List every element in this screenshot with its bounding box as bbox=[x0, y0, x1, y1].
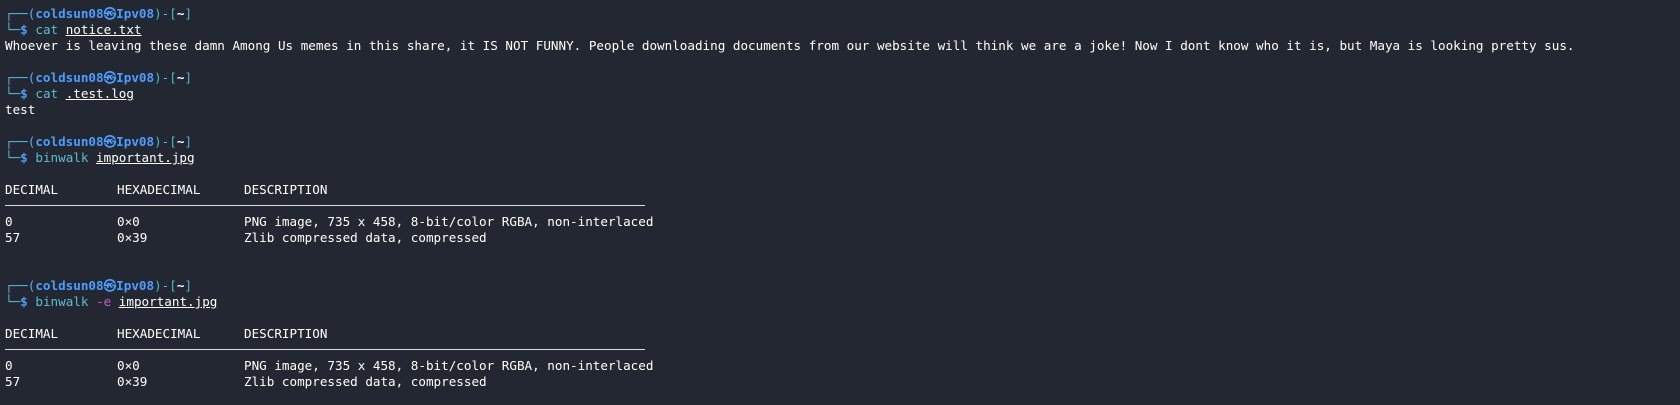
cell-decimal: 57 bbox=[5, 230, 21, 245]
command-file-arg[interactable]: .test.log bbox=[66, 86, 134, 101]
table-header-decimal: DECIMAL bbox=[5, 326, 59, 341]
cell-description: PNG image, 735 x 458, 8-bit/color RGBA, … bbox=[244, 214, 654, 229]
command-flag: -e bbox=[96, 294, 112, 309]
cell-hex: 0×39 bbox=[117, 230, 148, 245]
prompt-dollar: $ bbox=[20, 86, 28, 101]
prompt-user-host: coldsun08㉿Ipv08 bbox=[35, 278, 155, 293]
cell-description: Zlib compressed data, compressed bbox=[244, 374, 487, 389]
cell-hex: 0×39 bbox=[117, 374, 148, 389]
table-header-description: DESCRIPTION bbox=[244, 326, 328, 341]
command-output: test bbox=[5, 102, 36, 117]
table-header-description: DESCRIPTION bbox=[244, 182, 328, 197]
cell-description: Zlib compressed data, compressed bbox=[244, 230, 487, 245]
command-name: cat bbox=[35, 86, 59, 101]
prompt-user-host: coldsun08㉿Ipv08 bbox=[35, 70, 155, 85]
command-line: └─$ binwalk -e important.jpg bbox=[5, 294, 218, 309]
cell-hex: 0×0 bbox=[117, 358, 140, 373]
prompt-dollar: $ bbox=[20, 294, 28, 309]
table-row: 57 0×39 Zlib compressed data, compressed bbox=[5, 230, 1675, 246]
prompt-dollar: $ bbox=[20, 150, 28, 165]
table-divider bbox=[5, 349, 645, 350]
table-row: 0 0×0 PNG image, 735 x 458, 8-bit/color RG… bbox=[5, 214, 1675, 230]
table-header-row: DECIMAL HEXADECIMAL DESCRIPTION bbox=[5, 182, 1675, 198]
cell-description: PNG image, 735 x 458, 8-bit/color RGBA, … bbox=[244, 358, 654, 373]
command-output: Whoever is leaving these damn Among Us m… bbox=[5, 38, 1575, 53]
terminal-window[interactable]: ┌──(coldsun08㉿Ipv08)-[~] └─$ cat notice.… bbox=[5, 6, 1675, 390]
command-line: └─$ binwalk important.jpg bbox=[5, 150, 195, 165]
table-header-hex: HEXADECIMAL bbox=[117, 326, 201, 341]
table-divider bbox=[5, 205, 645, 206]
cell-hex: 0×0 bbox=[117, 214, 140, 229]
prompt-header: ┌──(coldsun08㉿Ipv08)-[~] bbox=[5, 70, 193, 85]
prompt-header: ┌──(coldsun08㉿Ipv08)-[~] bbox=[5, 134, 193, 149]
command-file-arg[interactable]: notice.txt bbox=[66, 22, 142, 37]
cell-decimal: 57 bbox=[5, 374, 21, 389]
prompt-user-host: coldsun08㉿Ipv08 bbox=[35, 6, 155, 21]
prompt-dollar: $ bbox=[20, 22, 28, 37]
command-file-arg[interactable]: important.jpg bbox=[119, 294, 218, 309]
table-header-row: DECIMAL HEXADECIMAL DESCRIPTION bbox=[5, 326, 1675, 342]
cell-decimal: 0 bbox=[5, 358, 13, 373]
command-line: └─$ cat notice.txt bbox=[5, 22, 142, 37]
prompt-user-host: coldsun08㉿Ipv08 bbox=[35, 134, 155, 149]
table-row: 57 0×39 Zlib compressed data, compressed bbox=[5, 374, 1675, 390]
table-header-decimal: DECIMAL bbox=[5, 182, 59, 197]
cell-decimal: 0 bbox=[5, 214, 13, 229]
command-file-arg[interactable]: important.jpg bbox=[96, 150, 195, 165]
table-row: 0 0×0 PNG image, 735 x 458, 8-bit/color RG… bbox=[5, 358, 1675, 374]
prompt-header: ┌──(coldsun08㉿Ipv08)-[~] bbox=[5, 6, 193, 21]
prompt-header: ┌──(coldsun08㉿Ipv08)-[~] bbox=[5, 278, 193, 293]
command-name: cat bbox=[35, 22, 59, 37]
command-line: └─$ cat .test.log bbox=[5, 86, 134, 101]
command-name: binwalk bbox=[35, 294, 89, 309]
command-name: binwalk bbox=[35, 150, 89, 165]
table-header-hex: HEXADECIMAL bbox=[117, 182, 201, 197]
